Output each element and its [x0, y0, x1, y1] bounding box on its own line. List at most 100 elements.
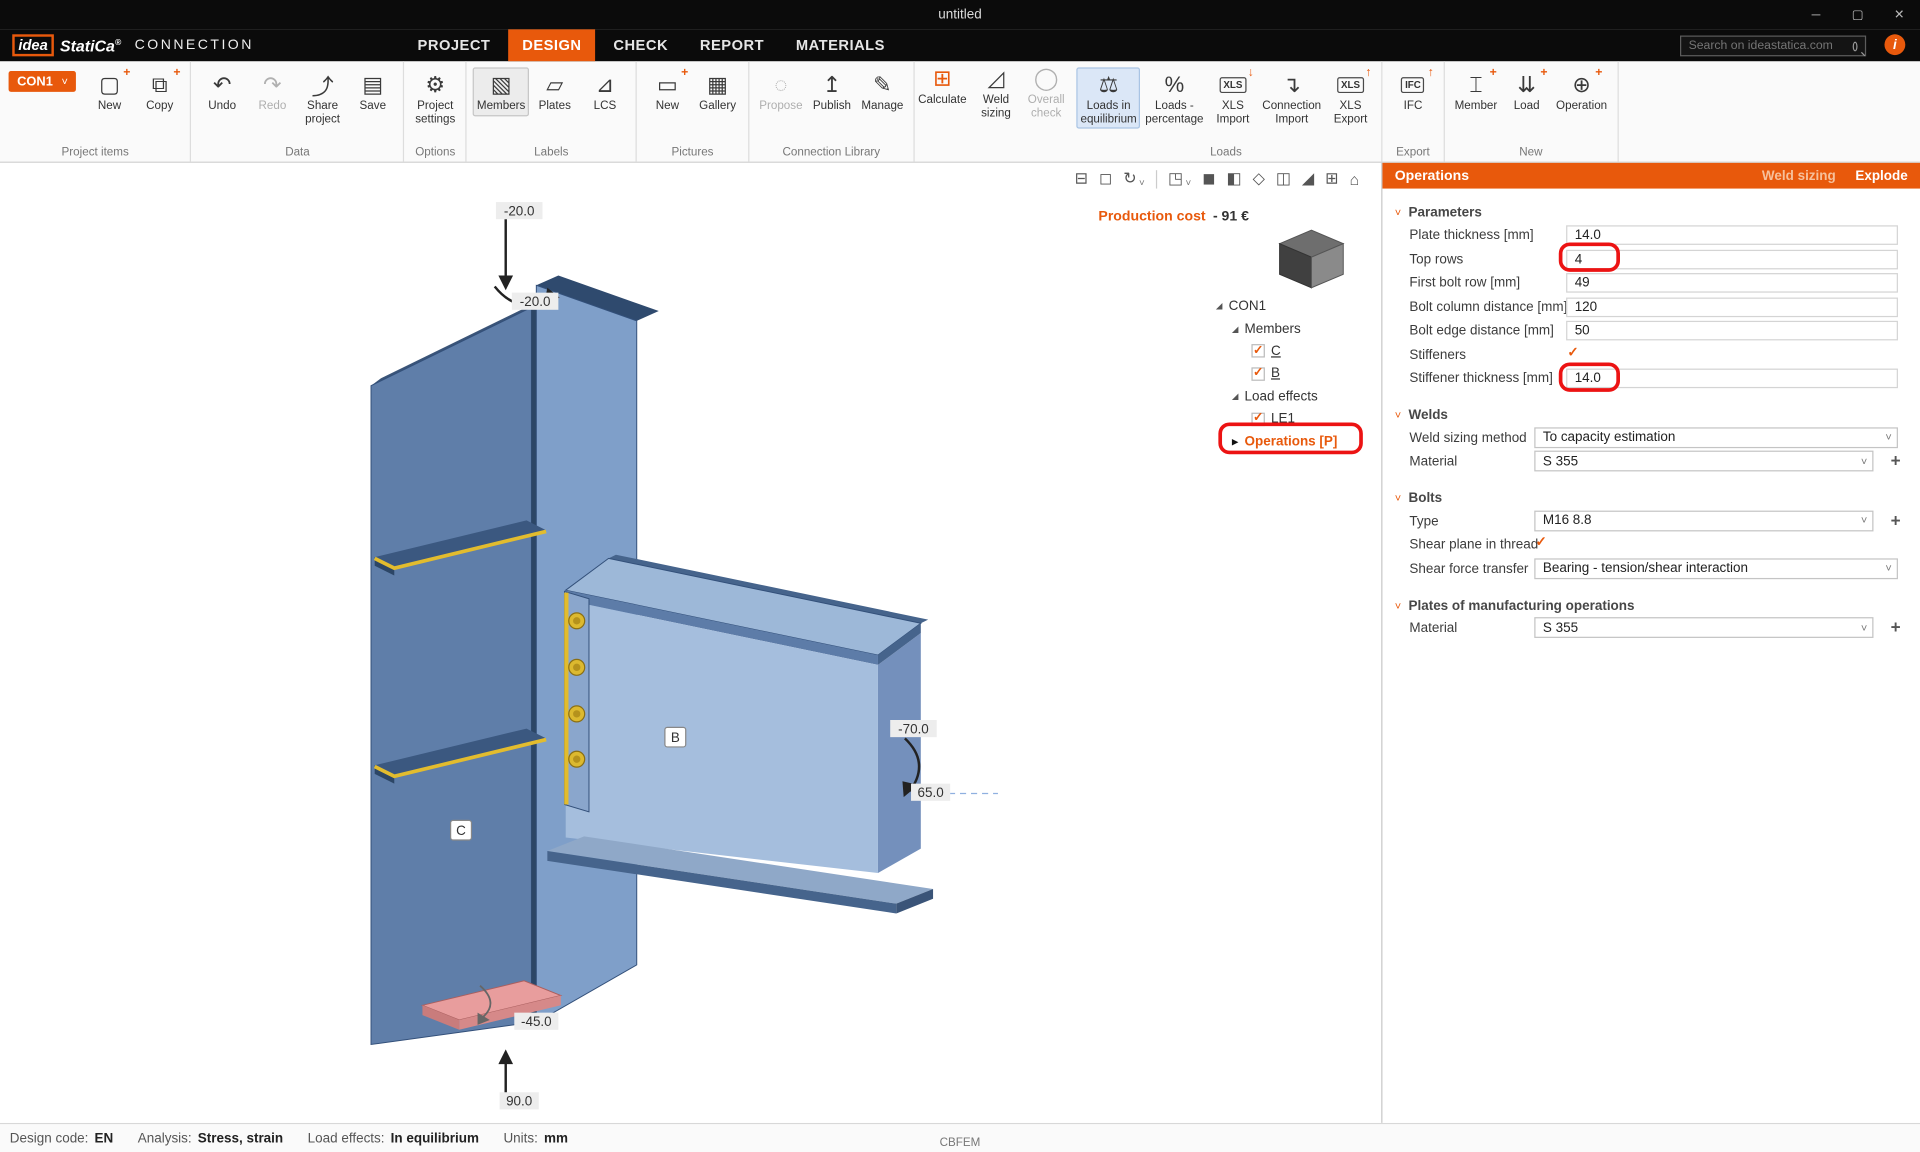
loads-percentage-button[interactable]: % Loads - percentage [1142, 67, 1208, 129]
zoom-fit-icon[interactable]: ◻ [1099, 169, 1112, 189]
gallery-button[interactable]: ▦ Gallery [693, 67, 742, 116]
ifc-export-button[interactable]: IFC↑ IFC [1388, 67, 1437, 116]
manage-button[interactable]: ✎ Manage [858, 67, 907, 116]
section-header[interactable]: ˅ Parameters [1382, 201, 1920, 224]
undo-button[interactable]: ↶ Undo [198, 67, 247, 116]
chevron-down-icon: ˅ [1861, 621, 1867, 633]
dimensions-icon[interactable]: ⊟ [1075, 169, 1088, 189]
weld-sizing-icon: ◿ [980, 64, 1012, 95]
search-icon [1853, 41, 1858, 51]
add-bolt-type-button[interactable]: + [1891, 510, 1901, 531]
members-icon: ▧ [485, 70, 517, 101]
shear-force-transfer-select[interactable]: Bearing - tension/shear interaction ˅ [1534, 558, 1898, 579]
new-picture-button[interactable]: ▭+ New [643, 67, 692, 116]
view-cube[interactable] [1265, 219, 1353, 295]
expander-icon[interactable]: ◢ [1232, 392, 1239, 402]
home-view-icon[interactable]: ⌂ [1350, 170, 1360, 188]
new-member-button[interactable]: ⌶+ Member [1451, 67, 1501, 116]
mesh-view-icon[interactable]: ⊞ [1325, 169, 1338, 189]
solid-view-icon[interactable]: ◼ [1202, 169, 1215, 189]
redo-button[interactable]: ↷ Redo [248, 67, 297, 116]
connection-import-button[interactable]: ↴ Connection Import [1259, 67, 1325, 129]
explode-button[interactable]: Explode [1855, 168, 1907, 183]
connection-3d-scene[interactable]: -20.0 -20.0 -70.0 65.0 -45.0 90.0 B C [0, 163, 1381, 1123]
share-project-button[interactable]: ⤴ Share project [298, 67, 347, 129]
propose-button[interactable]: ◌ Propose [756, 67, 807, 116]
checkbox-checked-icon[interactable]: ✓ [1251, 367, 1264, 380]
tree-item-member-b[interactable]: ✓ B [1206, 363, 1381, 386]
3d-viewport[interactable]: -20.0 -20.0 -70.0 65.0 -45.0 90.0 B C ⊟ … [0, 163, 1381, 1123]
xls-import-button[interactable]: XLS↓ XLS Import [1208, 67, 1257, 129]
checkbox-checked-icon[interactable]: ✓ [1251, 345, 1264, 358]
section-header[interactable]: ˅ Plates of manufacturing operations [1382, 594, 1920, 617]
menu-report[interactable]: REPORT [686, 29, 777, 61]
add-weld-material-button[interactable]: + [1891, 451, 1901, 472]
clipping-plane-icon[interactable]: ◳˅ [1168, 169, 1191, 189]
chevron-down-icon: ˅ [61, 75, 67, 87]
first-bolt-row-input[interactable]: 49 [1566, 273, 1898, 293]
section-header[interactable]: ˅ Bolts [1382, 487, 1920, 510]
top-rows-input[interactable]: 4 [1566, 249, 1898, 269]
new-operation-button[interactable]: ⊕+ Operation [1552, 67, 1610, 116]
menubar: idea StatiCa® CONNECTION PROJECT DESIGN … [0, 29, 1920, 61]
new-load-button[interactable]: ⇊+ Load [1502, 67, 1551, 116]
plate-thickness-input[interactable]: 14.0 [1566, 225, 1898, 245]
tree-item-con1[interactable]: ◢ CON1 [1206, 295, 1381, 318]
menu-design[interactable]: DESIGN [509, 29, 595, 61]
checkbox-checked-icon[interactable]: ✓ [1251, 412, 1264, 425]
shaded-view-icon[interactable]: ◧ [1226, 169, 1241, 189]
bolt-type-select[interactable]: M16 8.8 ˅ [1534, 510, 1873, 531]
bolt-column-distance-input[interactable]: 120 [1566, 297, 1898, 317]
dim-right: -70.0 [898, 721, 929, 736]
weld-sizing-panel-button[interactable]: Weld sizing [1762, 168, 1836, 183]
info-icon[interactable]: i [1884, 34, 1905, 55]
weld-material-select[interactable]: S 355 ˅ [1534, 451, 1873, 472]
tree-item-operations[interactable]: ▶ Operations [P] [1206, 430, 1381, 453]
stiffeners-checkbox[interactable]: ✓ [1567, 346, 1578, 359]
idea-statica-connection-window: untitled ─ ▢ ✕ idea StatiCa® CONNECTION … [0, 0, 1920, 1152]
new-project-item-button[interactable]: ▢+ New [85, 67, 134, 116]
plates-labels-toggle[interactable]: ▱ Plates [530, 67, 579, 116]
maximize-button[interactable]: ▢ [1837, 0, 1879, 29]
plates-material-select[interactable]: S 355 ˅ [1534, 617, 1873, 638]
overall-check-button[interactable]: ◯ Overall check [1022, 61, 1071, 123]
expander-icon[interactable]: ◢ [1216, 301, 1223, 311]
overall-check-icon: ◯ [1030, 64, 1062, 95]
exploded-view-icon[interactable]: ◫ [1276, 169, 1291, 189]
weld-sizing-method-select[interactable]: To capacity estimation ˅ [1534, 427, 1898, 448]
publish-button[interactable]: ↥ Publish [807, 67, 856, 116]
add-plates-material-button[interactable]: + [1891, 617, 1901, 638]
shear-plane-in-thread-checkbox[interactable]: ✓ [1536, 536, 1547, 549]
copy-project-item-button[interactable]: ⧉+ Copy [135, 67, 184, 116]
menu-project[interactable]: PROJECT [404, 29, 504, 61]
search-input[interactable] [1686, 38, 1853, 54]
con1-dropdown[interactable]: CON1 ˅ [9, 71, 77, 92]
lcs-labels-toggle[interactable]: ⊿ LCS [580, 67, 629, 116]
transparent-view-icon[interactable]: ◇ [1253, 169, 1265, 189]
members-labels-toggle[interactable]: ▧ Members [473, 67, 529, 116]
project-settings-button[interactable]: ⚙ Project settings [411, 67, 460, 129]
expander-icon[interactable]: ◢ [1232, 324, 1239, 334]
rotate-view-icon[interactable]: ↻˅ [1123, 169, 1145, 189]
tree-item-member-c[interactable]: ✓ C [1206, 340, 1381, 363]
xls-export-button[interactable]: XLS↑ XLS Export [1326, 67, 1375, 129]
beam-member[interactable] [547, 555, 933, 914]
minimize-button[interactable]: ─ [1795, 0, 1837, 29]
save-button[interactable]: ▤ Save [348, 67, 397, 116]
welds-view-icon[interactable]: ◢ [1302, 169, 1314, 189]
loads-in-equilibrium-button[interactable]: ⚖ Loads in equilibrium [1077, 67, 1141, 129]
menu-materials[interactable]: MATERIALS [782, 29, 898, 61]
section-header[interactable]: ˅ Welds [1382, 403, 1920, 426]
stiffener-thickness-input[interactable]: 14.0 [1566, 369, 1898, 389]
calculate-button[interactable]: ⊞ Calculate [914, 61, 970, 110]
member-icon: ⌶+ [1460, 70, 1492, 101]
xls-import-icon: XLS↓ [1217, 70, 1249, 101]
search-box[interactable] [1680, 36, 1866, 57]
menu-check[interactable]: CHECK [600, 29, 682, 61]
tree-item-load-effects[interactable]: ◢ Load effects [1206, 385, 1381, 408]
bolt-edge-distance-input[interactable]: 50 [1566, 321, 1898, 341]
tree-item-members[interactable]: ◢ Members [1206, 318, 1381, 341]
weld-sizing-ribbon-button[interactable]: ◿ Weld sizing [971, 61, 1020, 123]
close-button[interactable]: ✕ [1878, 0, 1920, 29]
tree-item-le1[interactable]: ✓ LE1 [1206, 408, 1381, 431]
